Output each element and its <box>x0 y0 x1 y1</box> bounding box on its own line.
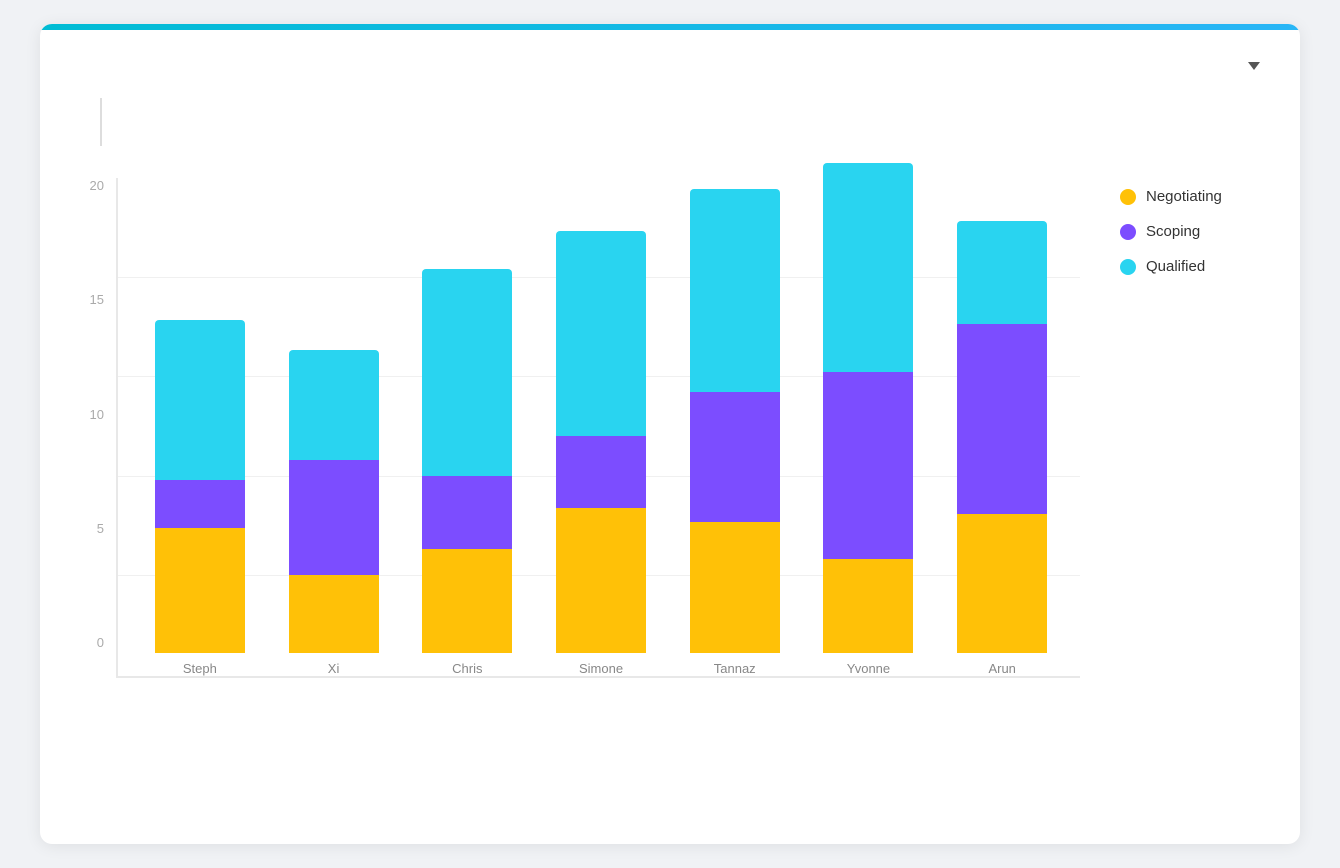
legend-label-scoping: Scoping <box>1146 223 1200 240</box>
summary-divider <box>100 98 102 146</box>
bar-label: Chris <box>452 661 482 676</box>
sales-pipeline-card: 0 5 10 15 20 Steph Xi Chris Simone Tannaz Yvonne A… <box>40 24 1300 844</box>
bar-segment-qualified <box>289 350 379 460</box>
bar-segment-negotiating <box>422 549 512 653</box>
legend-item-qualified: Qualified <box>1120 258 1260 275</box>
y-axis: 0 5 10 15 20 <box>80 178 116 678</box>
bar-segment-scoping <box>957 324 1047 513</box>
bar-segment-qualified <box>155 320 245 479</box>
bar-segment-negotiating <box>155 528 245 653</box>
bar-segment-scoping <box>422 476 512 550</box>
chevron-down-icon <box>1248 62 1260 70</box>
stacked-bar <box>957 221 1047 653</box>
legend: Negotiating Scoping Qualified <box>1080 178 1260 678</box>
bar-group: Yvonne <box>811 163 927 676</box>
legend-item-negotiating: Negotiating <box>1120 188 1260 205</box>
bar-segment-scoping <box>155 480 245 528</box>
chart-area: 0 5 10 15 20 Steph Xi Chris Simone Tannaz Yvonne A… <box>80 178 1260 678</box>
bar-group: Arun <box>944 221 1060 676</box>
summary-section <box>80 98 1260 146</box>
bar-segment-negotiating <box>690 522 780 653</box>
bar-segment-negotiating <box>556 508 646 653</box>
stacked-bar <box>422 269 512 653</box>
bars-section: Steph Xi Chris Simone Tannaz Yvonne Arun <box>116 178 1080 678</box>
y-axis-label: 5 <box>80 521 104 536</box>
bar-segment-negotiating <box>289 575 379 653</box>
y-axis-label: 15 <box>80 292 104 307</box>
stacked-bar <box>690 189 780 653</box>
y-axis-label: 0 <box>80 635 104 650</box>
bar-label: Xi <box>328 661 340 676</box>
bar-segment-negotiating <box>957 514 1047 653</box>
legend-item-scoping: Scoping <box>1120 223 1260 240</box>
bar-label: Yvonne <box>847 661 890 676</box>
bar-group: Xi <box>276 350 392 676</box>
bar-label: Arun <box>988 661 1015 676</box>
bar-group: Chris <box>409 269 525 676</box>
bar-group: Steph <box>142 320 258 676</box>
legend-dot-negotiating <box>1120 189 1136 205</box>
bar-segment-negotiating <box>823 559 913 653</box>
stacked-bar <box>823 163 913 653</box>
bar-segment-qualified <box>823 163 913 372</box>
stacked-bar <box>155 320 245 653</box>
bar-segment-qualified <box>556 231 646 436</box>
legend-label-qualified: Qualified <box>1146 258 1205 275</box>
stacked-bar <box>289 350 379 653</box>
stacked-bar <box>556 231 646 653</box>
bar-segment-qualified <box>690 189 780 392</box>
legend-label-negotiating: Negotiating <box>1146 188 1222 205</box>
y-axis-label: 20 <box>80 178 104 193</box>
bar-segment-scoping <box>823 372 913 559</box>
legend-dot-scoping <box>1120 224 1136 240</box>
bar-segment-scoping <box>289 460 379 576</box>
card-header <box>80 62 1260 70</box>
bar-segment-scoping <box>556 436 646 508</box>
bar-segment-qualified <box>957 221 1047 325</box>
bar-segment-qualified <box>422 269 512 476</box>
bar-label: Simone <box>579 661 623 676</box>
bar-label: Tannaz <box>714 661 756 676</box>
y-axis-label: 10 <box>80 407 104 422</box>
bar-label: Steph <box>183 661 217 676</box>
bar-group: Tannaz <box>677 189 793 676</box>
bar-segment-scoping <box>690 392 780 521</box>
bar-group: Simone <box>543 231 659 676</box>
bars-container: Steph Xi Chris Simone Tannaz Yvonne Arun <box>116 178 1080 678</box>
legend-dot-qualified <box>1120 259 1136 275</box>
period-selector[interactable] <box>1242 62 1260 70</box>
